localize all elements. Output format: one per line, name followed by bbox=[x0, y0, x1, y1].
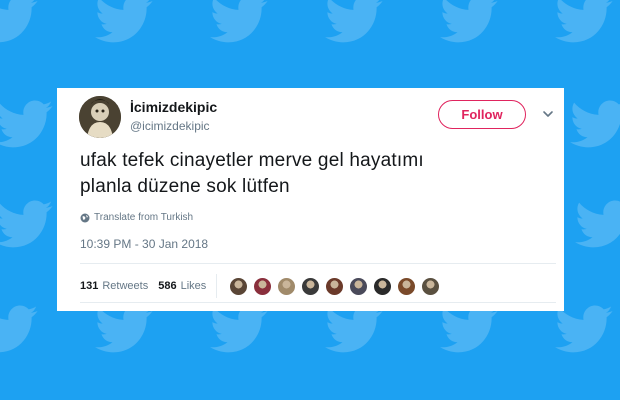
like-count[interactable]: 586 bbox=[158, 280, 176, 292]
bird-row-bottom bbox=[0, 305, 613, 353]
bird-row-top bbox=[0, 0, 613, 43]
liker-avatar[interactable] bbox=[373, 276, 393, 296]
retweet-label[interactable]: Retweets bbox=[102, 280, 148, 292]
like-label[interactable]: Likes bbox=[181, 280, 207, 292]
follow-button[interactable]: Follow bbox=[438, 100, 526, 129]
tweet-timestamp[interactable]: 10:39 PM - 30 Jan 2018 bbox=[80, 237, 208, 251]
globe-icon bbox=[80, 213, 90, 222]
tweet-text-line: ufak tefek cinayetler merve gel hayatımı bbox=[80, 150, 424, 171]
chevron-down-icon[interactable] bbox=[541, 107, 555, 121]
tweet-card: İcimizdekipic @icimizdekipic Follow ufak… bbox=[57, 88, 564, 311]
translate-link[interactable]: Translate from Turkish bbox=[80, 212, 193, 223]
tweet-text-line: planla düzene sok lütfen bbox=[80, 176, 290, 197]
engagement-stats: 131 Retweets 586 Likes bbox=[80, 274, 445, 298]
divider bbox=[80, 302, 556, 303]
liker-avatar[interactable] bbox=[421, 276, 441, 296]
liker-avatars bbox=[229, 276, 445, 296]
avatar[interactable] bbox=[79, 96, 121, 138]
avatar-image bbox=[79, 96, 121, 138]
translate-label: Translate from Turkish bbox=[94, 212, 194, 223]
divider bbox=[80, 263, 556, 264]
retweet-count[interactable]: 131 bbox=[80, 280, 98, 292]
user-handle[interactable]: @icimizdekipic bbox=[130, 119, 210, 133]
liker-avatar[interactable] bbox=[349, 276, 369, 296]
liker-avatar[interactable] bbox=[277, 276, 297, 296]
stats-separator bbox=[216, 274, 218, 298]
display-name[interactable]: İcimizdekipic bbox=[130, 99, 217, 115]
tweet-text: ufak tefek cinayetler merve gel hayatımı… bbox=[80, 148, 550, 200]
liker-avatar[interactable] bbox=[253, 276, 273, 296]
liker-avatar[interactable] bbox=[325, 276, 345, 296]
liker-avatar[interactable] bbox=[397, 276, 417, 296]
liker-avatar[interactable] bbox=[229, 276, 249, 296]
liker-avatar[interactable] bbox=[301, 276, 321, 296]
